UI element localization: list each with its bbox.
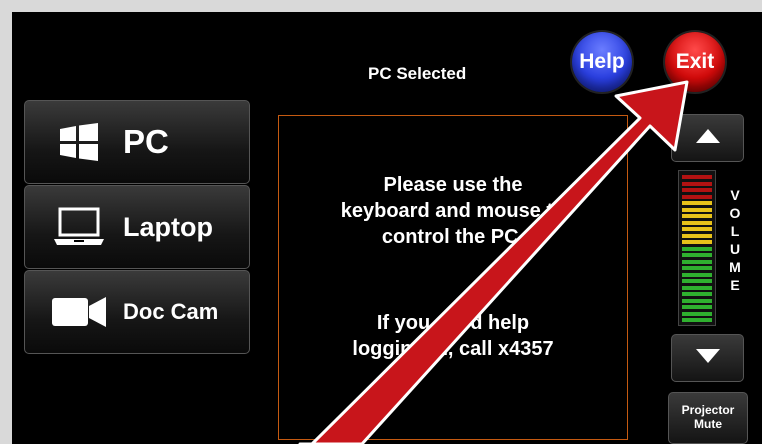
laptop-icon xyxy=(43,207,115,247)
volume-label: VOLUME xyxy=(728,186,742,294)
volume-meter-segment xyxy=(682,227,712,231)
volume-meter xyxy=(678,170,716,326)
volume-meter-segment xyxy=(682,240,712,244)
triangle-up-icon xyxy=(695,128,720,148)
volume-meter-segment xyxy=(682,194,712,199)
volume-meter-segment xyxy=(682,266,712,270)
volume-meter-segment xyxy=(682,285,712,290)
source-pc-button[interactable]: PC xyxy=(24,100,250,184)
volume-label-letter: E xyxy=(730,277,740,293)
source-laptop-label: Laptop xyxy=(123,211,213,242)
volume-label-letter: L xyxy=(730,223,740,239)
volume-meter-segment xyxy=(682,246,712,251)
volume-meter-segment xyxy=(682,318,712,322)
volume-meter-segment xyxy=(682,279,712,283)
windows-logo-icon xyxy=(43,123,115,161)
volume-label-letter: U xyxy=(729,241,741,257)
volume-meter-segment xyxy=(682,181,712,186)
volume-meter-segment xyxy=(682,214,712,218)
volume-meter-segment xyxy=(682,220,712,225)
instruction-panel: Please use the keyboard and mouse to con… xyxy=(278,115,628,440)
volume-meter-segment xyxy=(682,188,712,192)
volume-meter-segment xyxy=(682,311,712,316)
volume-meter-segment xyxy=(682,253,712,257)
volume-meter-segment xyxy=(682,207,712,212)
exit-button[interactable]: Exit xyxy=(665,32,725,92)
volume-meter-segment xyxy=(682,233,712,238)
volume-meter-segment xyxy=(682,175,712,179)
volume-label-letter: M xyxy=(729,259,741,275)
volume-label-letter: V xyxy=(730,187,740,203)
volume-down-button[interactable] xyxy=(671,334,744,382)
volume-label-letter: O xyxy=(729,205,741,221)
source-laptop-button[interactable]: Laptop xyxy=(24,185,250,269)
volume-meter-segment xyxy=(682,298,712,303)
triangle-down-icon xyxy=(695,348,720,368)
projector-mute-button[interactable]: Projector Mute xyxy=(668,392,748,444)
video-camera-icon xyxy=(43,295,115,329)
instruction-text: Please use the keyboard and mouse to con… xyxy=(340,174,566,248)
volume-meter-segment xyxy=(682,259,712,264)
source-doccam-label: Doc Cam xyxy=(123,299,219,324)
source-pc-label: PC xyxy=(123,123,169,160)
help-button[interactable]: Help xyxy=(572,32,632,92)
volume-meter-segment xyxy=(682,272,712,277)
source-doccam-button[interactable]: Doc Cam xyxy=(24,270,250,354)
volume-meter-segment xyxy=(682,305,712,309)
help-contact-text: If you need help logging in, call x4357 xyxy=(352,312,554,360)
status-title: PC Selected xyxy=(368,64,467,83)
volume-meter-segment xyxy=(682,292,712,296)
volume-meter-segment xyxy=(682,201,712,205)
volume-up-button[interactable] xyxy=(671,114,744,162)
